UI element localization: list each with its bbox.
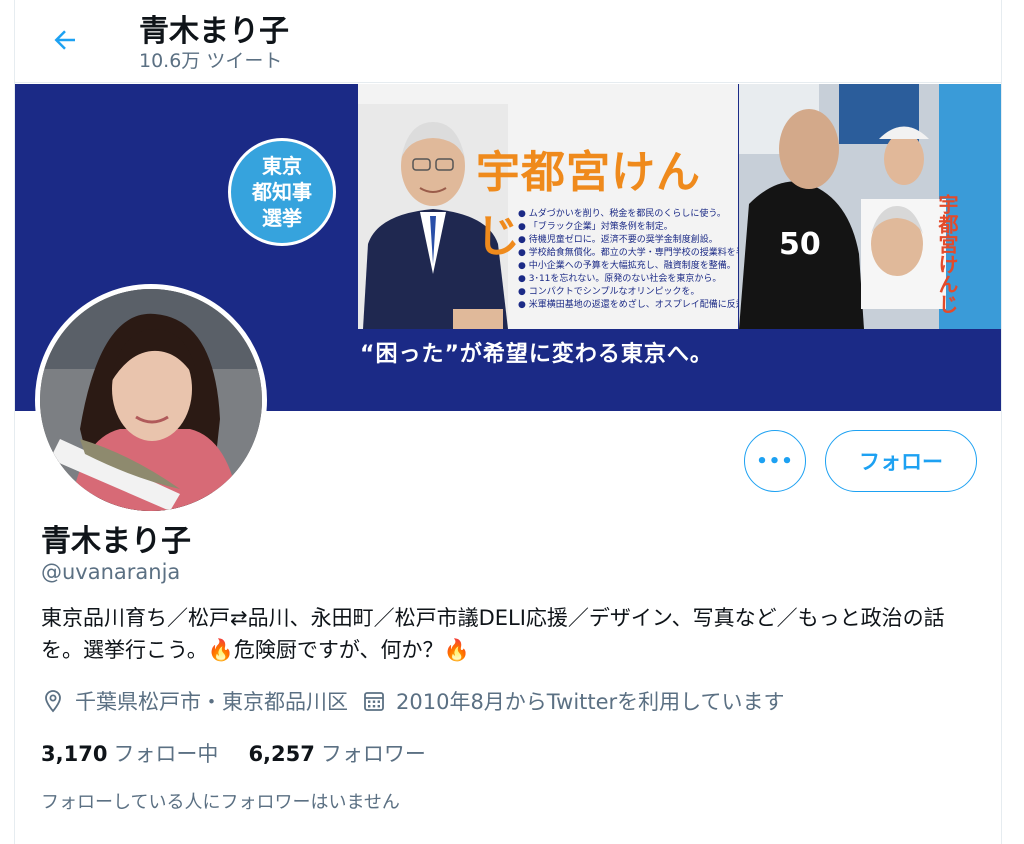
policy-item: 3･11を忘れない。原発のない社会を東京から。 [518, 273, 772, 286]
profile-bio: 東京品川育ち／松戸⇄品川、永田町／松戸市議DELI応援／デザイン、写真など／もっ… [41, 606, 945, 662]
calendar-icon [364, 692, 384, 711]
more-options-button[interactable]: ••• [744, 430, 806, 492]
joined-item: 2010年8月からTwitterを利用しています [362, 686, 785, 716]
location-text: 千葉県松戸市・東京都品川区 [75, 690, 348, 714]
profile-header: 青木まり子 10.6万 ツイート [15, 0, 1001, 83]
tweet-count: 10.6万 ツイート [139, 50, 283, 72]
policy-item: 学校給食無償化。都立の大学・専門学校の授業料を半額に。 [518, 247, 772, 260]
policy-list: ムダづかいを削り、税金を都民のくらしに使う。 「ブラック企業」対策条例を制定。 … [518, 208, 772, 312]
policy-item: 米軍横田基地の返還をめざし、オスプレイ配備に反対。 [518, 299, 772, 312]
badge-line: 都知事 [252, 180, 312, 204]
location-item: 千葉県松戸市・東京都品川区 [41, 686, 348, 716]
header-title: 青木まり子 [139, 14, 289, 49]
policy-item: 「ブラック企業」対策条例を制定。 [518, 221, 772, 234]
arrow-left-icon [54, 30, 75, 50]
more-icon: ••• [756, 450, 794, 472]
following-link[interactable]: 3,170 フォロー中 [41, 738, 218, 768]
followers-count: 6,257 [248, 742, 315, 766]
policy-item: 待機児童ゼロに。返済不要の奨学金制度創設。 [518, 234, 772, 247]
profile-handle: @uvanaranja [41, 560, 181, 584]
profile-stats: 3,170 フォロー中 6,257 フォロワー [41, 738, 456, 768]
joined-text: 2010年8月からTwitterを利用しています [396, 690, 785, 714]
side-sign-text: 宇都宮けんじ [935, 193, 959, 314]
policy-item: 中小企業への予算を大幅拡充し、融資制度を整備。 [518, 260, 772, 273]
profile-column: 青木まり子 10.6万 ツイート 東京 都知事 選挙 宇都宮けんじ ● ムダづか… [14, 0, 1002, 844]
following-count: 3,170 [41, 742, 108, 766]
policy-item: コンパクトでシンプルなオリンピックを。 [518, 286, 772, 299]
campaign-poster: 宇都宮けんじ ムダづかいを削り、税金を都民のくらしに使う。 「ブラック企業」対策… [358, 84, 772, 329]
avatar-photo [40, 289, 262, 511]
avatar[interactable] [35, 284, 267, 516]
badge-line: 選挙 [262, 206, 302, 230]
profile-name: 青木まり子 [41, 524, 191, 559]
following-label: フォロー中 [113, 742, 219, 766]
mutual-followers-note: フォローしている人にフォロワーはいません [41, 792, 400, 813]
election-badge: 東京 都知事 選挙 [228, 138, 336, 246]
followers-link[interactable]: 6,257 フォロワー [248, 738, 425, 768]
profile-meta: 千葉県松戸市・東京都品川区 2010年8月からTwitterを利用しています [41, 686, 799, 716]
shirt-number: 50 [779, 227, 821, 262]
supporters-photo-art: 50 宇都宮けんじ [739, 84, 1001, 329]
policy-item: ムダづかいを削り、税金を都民のくらしに使う。 [518, 208, 772, 221]
followers-label: フォロワー [320, 742, 426, 766]
follow-button[interactable]: フォロー [825, 430, 977, 492]
supporters-photo: 50 宇都宮けんじ [739, 84, 1001, 329]
badge-line: 東京 [262, 154, 302, 178]
back-button[interactable] [45, 20, 85, 60]
location-pin-icon [45, 690, 61, 713]
banner-slogan: “困った”が希望に変わる東京へ。 [360, 342, 713, 367]
